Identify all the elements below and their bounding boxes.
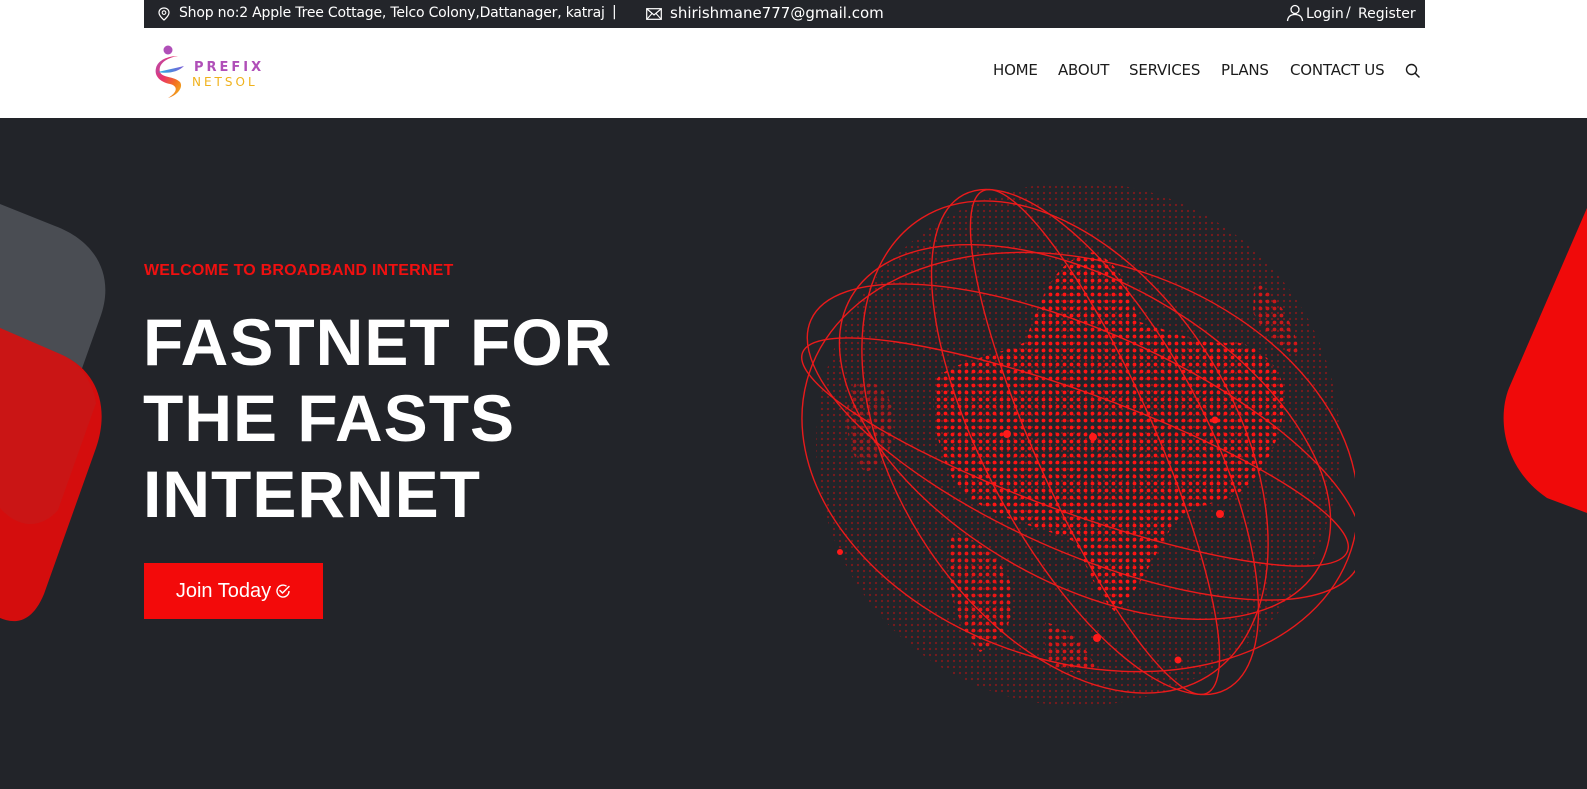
nav-about[interactable]: ABOUT <box>1058 61 1109 79</box>
site-header: PREFIX NETSOL HOME ABOUT SERVICES PLANS … <box>0 28 1587 118</box>
decorative-shape-right <box>1503 208 1587 513</box>
login-link[interactable]: Login <box>1306 6 1344 22</box>
hero-eyebrow: WELCOME TO BROADBAND INTERNET <box>144 262 454 279</box>
login-register-divider: / <box>1346 5 1351 21</box>
register-link[interactable]: Register <box>1358 6 1416 22</box>
decorative-shape-left <box>0 204 106 622</box>
logo-text-prefix: PREFIX <box>194 60 265 75</box>
search-icon[interactable] <box>1405 63 1420 78</box>
nav-plans[interactable]: PLANS <box>1221 61 1269 79</box>
hero-section: WELCOME TO BROADBAND INTERNET FASTNET FO… <box>0 118 1587 789</box>
logo[interactable]: PREFIX NETSOL <box>154 44 274 100</box>
headline-line-1: FASTNET FOR <box>143 305 613 379</box>
email-link[interactable]: shirishmane777@gmail.com <box>670 4 884 22</box>
map-pin-icon <box>158 7 170 21</box>
nav-home[interactable]: HOME <box>993 61 1038 79</box>
mail-icon <box>646 8 662 20</box>
address-text: Shop no:2 Apple Tree Cottage, Telco Colo… <box>179 5 605 21</box>
hero-headline: FASTNET FOR THE FASTS INTERNET <box>143 304 683 532</box>
globe-illustration <box>801 182 1355 706</box>
headline-line-2: THE FASTS <box>143 381 516 455</box>
headline-line-3: INTERNET <box>143 457 481 531</box>
nav-services[interactable]: SERVICES <box>1129 61 1200 79</box>
join-today-button[interactable]: Join Today <box>144 563 323 619</box>
check-circle-icon <box>276 584 290 598</box>
top-bar: Shop no:2 Apple Tree Cottage, Telco Colo… <box>144 0 1425 28</box>
join-today-label: Join Today <box>175 579 272 602</box>
nav-contact[interactable]: CONTACT US <box>1290 61 1385 79</box>
user-icon <box>1286 4 1304 22</box>
separator: | <box>612 4 617 20</box>
logo-text-netsol: NETSOL <box>192 75 258 89</box>
logo-mark-icon <box>155 45 184 98</box>
